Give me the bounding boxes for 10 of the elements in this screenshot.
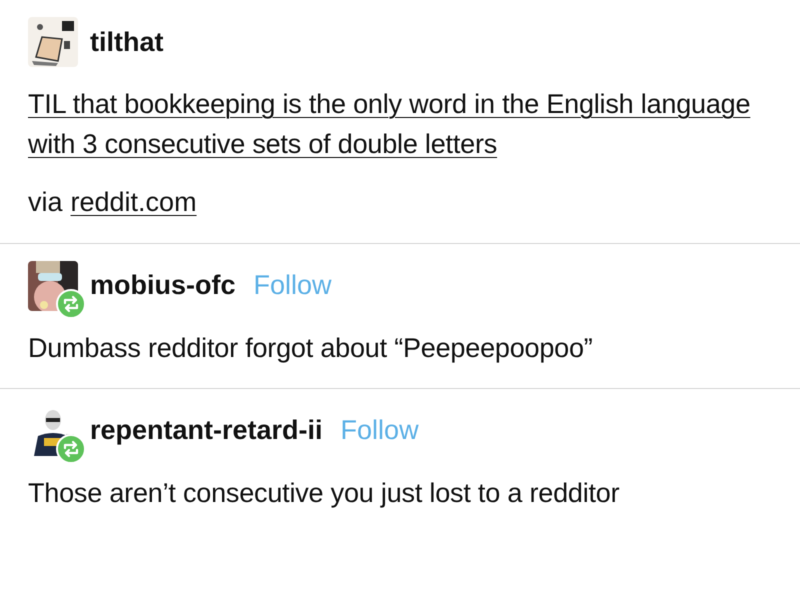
source-label: via — [28, 186, 63, 219]
blog-name-link[interactable]: repentant-retard-ii — [90, 410, 323, 451]
reblog-icon — [56, 434, 86, 464]
reblog-comment: Those aren’t consecutive you just lost to a redditor — [28, 476, 620, 510]
blog-name-link[interactable]: mobius-ofc — [90, 265, 236, 306]
reblog-icon — [56, 288, 86, 318]
reblog-comment: Dumbass redditor forgot about “Peepeepoopoo” — [28, 332, 594, 365]
source-link[interactable]: reddit.com — [70, 182, 197, 222]
blog-name-link[interactable]: tilthat — [90, 22, 164, 62]
post-title-link[interactable]: TIL that bookkeeping is the only word in the English language with 3 consecutive sets of double letters — [28, 84, 753, 164]
